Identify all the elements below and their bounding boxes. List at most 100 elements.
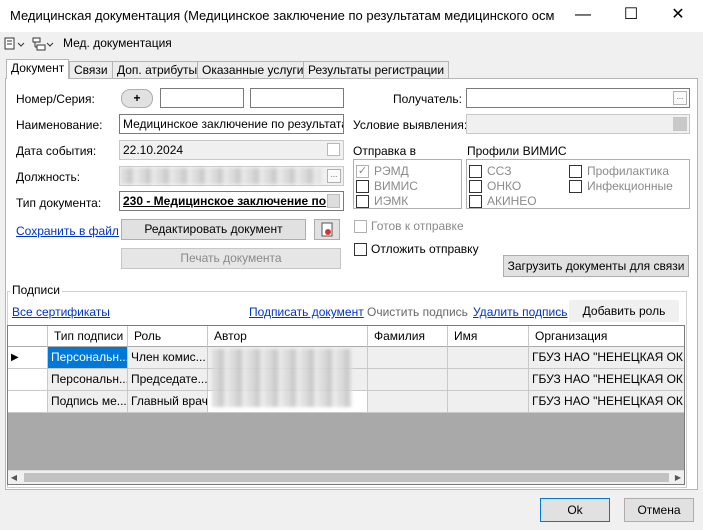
remd-label: РЭМД (374, 164, 409, 178)
condition-input[interactable] (466, 114, 690, 134)
tree-menu-icon[interactable] (30, 36, 54, 52)
prophylaxis-checkbox[interactable] (569, 165, 582, 178)
table-cell[interactable]: Член комис... (128, 347, 208, 369)
iemk-checkbox[interactable] (356, 195, 369, 208)
onko-label: ОНКО (487, 179, 522, 193)
table-cell[interactable]: ГБУЗ НАО "НЕНЕЦКАЯ ОК... (529, 391, 684, 413)
table-cell[interactable] (368, 391, 448, 413)
col-name[interactable]: Имя (448, 326, 529, 347)
akineo-checkbox[interactable] (469, 195, 482, 208)
clear-signature-link[interactable]: Очистить подпись (367, 305, 468, 319)
table-cell[interactable]: Персональн... (48, 369, 128, 391)
onko-checkbox[interactable] (469, 180, 482, 193)
col-organization[interactable]: Организация (529, 326, 684, 347)
recipient-input[interactable] (466, 88, 690, 108)
table-cell[interactable]: ГБУЗ НАО "НЕНЕЦКАЯ ОК... (529, 347, 684, 369)
ready-to-send-label: Готов к отправке (371, 219, 464, 233)
name-input[interactable]: Медицинское заключение по результатам (119, 114, 344, 134)
redacted-authors (212, 349, 352, 407)
infectious-checkbox[interactable] (569, 180, 582, 193)
row-selector[interactable] (8, 391, 48, 413)
akineo-label: АКИНЕО (487, 194, 537, 208)
ssz-checkbox[interactable] (469, 165, 482, 178)
close-button[interactable]: ✕ (655, 0, 701, 32)
pdf-export-button[interactable] (314, 219, 340, 240)
row-selector[interactable]: ▶ (8, 347, 48, 369)
signatures-table: Тип подписи Роль Автор Фамилия Имя Орган… (7, 325, 685, 485)
iemk-label: ИЭМК (374, 194, 409, 208)
cancel-button[interactable]: Отмена (624, 498, 694, 522)
row-header-corner (8, 326, 48, 347)
doctype-label: Тип документа: (16, 196, 102, 210)
tab-registration-results[interactable]: Результаты регистрации (303, 61, 450, 78)
number-input[interactable] (160, 88, 244, 108)
col-signature-type[interactable]: Тип подписи (48, 326, 128, 347)
minimize-button[interactable]: — (560, 0, 606, 32)
table-cell[interactable]: ГБУЗ НАО "НЕНЕЦКАЯ ОК... (529, 369, 684, 391)
remd-checkbox[interactable]: ✓ (356, 165, 369, 178)
load-documents-button[interactable]: Загрузить документы для связи (503, 255, 689, 277)
postpone-send-label: Отложить отправку (371, 242, 479, 256)
date-input[interactable]: 22.10.2024 (119, 140, 344, 160)
signatures-label: Подписи (10, 283, 62, 297)
add-number-button[interactable]: + (121, 89, 153, 108)
doctype-dropdown-icon[interactable] (327, 194, 340, 208)
delete-signature-link[interactable]: Удалить подпись (473, 305, 568, 319)
series-input[interactable] (250, 88, 344, 108)
scroll-left-icon[interactable]: ◀ (8, 473, 20, 483)
profiles-label: Профили ВИМИС (467, 144, 567, 158)
postpone-send-checkbox[interactable] (354, 243, 367, 256)
prophylaxis-label: Профилактика (587, 164, 669, 178)
condition-label: Условие выявления: (353, 118, 468, 132)
col-role[interactable]: Роль (128, 326, 208, 347)
vimis-checkbox[interactable] (356, 180, 369, 193)
number-label: Номер/Серия: (16, 92, 95, 106)
vimis-label: ВИМИС (374, 179, 418, 193)
row-selector[interactable] (8, 369, 48, 391)
maximize-button[interactable]: ☐ (608, 0, 654, 32)
print-document-button[interactable]: Печать документа (121, 248, 341, 269)
edit-document-button[interactable]: Редактировать документ (121, 219, 306, 240)
condition-dropdown-icon[interactable] (673, 117, 687, 131)
calendar-icon[interactable] (327, 143, 340, 156)
doc-menu-icon[interactable] (4, 36, 26, 52)
table-cell[interactable] (448, 347, 529, 369)
scroll-thumb[interactable] (24, 473, 669, 482)
table-cell[interactable]: Персональн... (48, 347, 128, 369)
tab-extra-attributes[interactable]: Доп. атрибуты (112, 61, 203, 78)
horizontal-scrollbar[interactable]: ◀ ▶ (8, 470, 684, 484)
table-cell[interactable] (448, 369, 529, 391)
window-title: Медицинская документация (Медицинское за… (10, 8, 555, 23)
all-certificates-link[interactable]: Все сертификаты (12, 305, 110, 319)
table-cell[interactable] (368, 369, 448, 391)
ok-button[interactable]: Ok (540, 498, 610, 522)
date-label: Дата события: (16, 144, 97, 158)
pdf-icon (321, 222, 333, 237)
infectious-label: Инфекционные (587, 179, 673, 193)
sign-document-link[interactable]: Подписать документ (249, 305, 364, 319)
table-cell[interactable] (368, 347, 448, 369)
tab-services[interactable]: Оказанные услуги (197, 61, 309, 78)
ready-to-send-checkbox[interactable] (354, 220, 367, 233)
med-docs-menu[interactable]: Мед. документация (63, 36, 172, 50)
redacted-position (121, 168, 321, 184)
doctype-input[interactable]: 230 - Медицинское заключение по (119, 191, 344, 211)
col-surname[interactable]: Фамилия (368, 326, 448, 347)
tab-links[interactable]: Связи (69, 61, 113, 78)
name-label: Наименование: (16, 118, 103, 132)
add-role-button[interactable]: Добавить роль (569, 300, 679, 322)
scroll-right-icon[interactable]: ▶ (672, 473, 684, 483)
table-cell[interactable]: Председате... (128, 369, 208, 391)
tab-document[interactable]: Документ (6, 59, 70, 79)
recipient-label: Получатель: (393, 92, 462, 106)
col-author[interactable]: Автор (208, 326, 368, 347)
recipient-ellipsis-icon[interactable]: ... (673, 91, 687, 105)
save-to-file-link[interactable]: Сохранить в файл (16, 224, 119, 238)
send-to-label: Отправка в (353, 144, 416, 158)
table-cell[interactable] (448, 391, 529, 413)
ellipsis-icon[interactable]: ... (327, 169, 341, 183)
table-cell[interactable]: Подпись ме... (48, 391, 128, 413)
table-cell[interactable]: Главный врач (128, 391, 208, 413)
position-label: Должность: (16, 170, 81, 184)
ssz-label: ССЗ (487, 164, 512, 178)
